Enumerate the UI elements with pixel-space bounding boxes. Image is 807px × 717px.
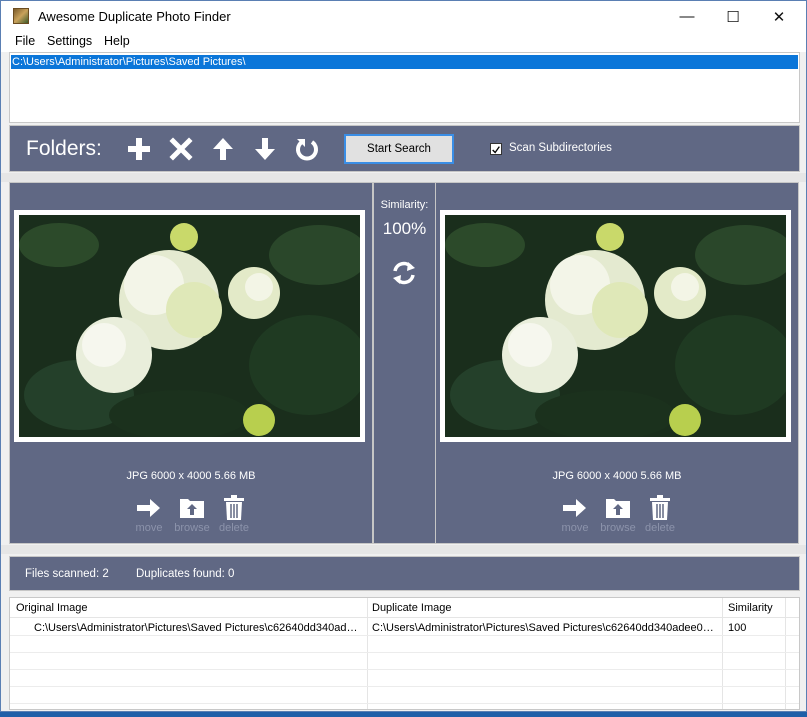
menu-settings[interactable]: Settings [47, 34, 92, 48]
title-bar: Awesome Duplicate Photo Finder — ☐ ✕ [1, 1, 806, 32]
table-row-empty [10, 670, 799, 687]
folders-label: Folders: [26, 137, 102, 160]
column-duplicate-image[interactable]: Duplicate Image [372, 602, 452, 614]
menu-help[interactable]: Help [104, 34, 130, 48]
similarity-value: 100% [382, 219, 427, 238]
results-table[interactable]: Original Image Duplicate Image Similarit… [9, 597, 800, 710]
arrow-right-icon [137, 499, 160, 517]
browse-label: browse [174, 522, 210, 534]
delete-label: delete [219, 522, 249, 534]
splitter-top[interactable] [1, 173, 806, 182]
scan-subdirectories-checkbox[interactable] [490, 143, 502, 155]
hydrangea-photo [19, 215, 360, 437]
table-header: Original Image Duplicate Image Similarit… [10, 598, 799, 618]
move-button[interactable]: move [129, 495, 169, 534]
minimize-button[interactable]: — [664, 1, 710, 32]
move-up-icon[interactable] [210, 136, 236, 162]
folder-list[interactable]: C:\Users\Administrator\Pictures\Saved Pi… [9, 52, 800, 123]
column-similarity[interactable]: Similarity [728, 602, 773, 614]
duplicate-path-cell: C:\Users\Administrator\Pictures\Saved Pi… [372, 622, 717, 634]
hydrangea-photo [445, 215, 786, 437]
app-icon [13, 8, 29, 24]
browse-button[interactable]: browse [172, 495, 212, 534]
move-label: move [135, 522, 163, 534]
duplicate-image[interactable] [445, 215, 786, 437]
similarity-panel: Similarity: 100% [373, 182, 436, 544]
files-scanned-count: Files scanned: 2 [25, 568, 109, 580]
reset-icon[interactable] [294, 136, 320, 162]
arrow-right-icon [563, 499, 586, 517]
duplicate-image-frame [440, 210, 791, 442]
original-image-panel: JPG 6000 x 4000 5.66 MB move browse dele… [9, 182, 373, 544]
window-title: Awesome Duplicate Photo Finder [38, 9, 231, 24]
move-button[interactable]: move [555, 495, 595, 534]
app-window: Awesome Duplicate Photo Finder — ☐ ✕ Fil… [0, 0, 807, 712]
folders-toolbar: Folders: Start Search Scan Subdirectorie… [9, 125, 800, 172]
maximize-button[interactable]: ☐ [710, 1, 756, 32]
trash-icon [650, 495, 670, 520]
add-icon[interactable] [126, 136, 152, 162]
duplicate-image-panel: JPG 6000 x 4000 5.66 MB move browse dele… [435, 182, 799, 544]
similarity-label: Similarity: [380, 199, 429, 211]
move-down-icon[interactable] [252, 136, 278, 162]
browse-label: browse [600, 522, 636, 534]
close-button[interactable]: ✕ [756, 1, 802, 32]
trash-icon [224, 495, 244, 520]
similarity-cell: 100 [728, 622, 747, 634]
original-image[interactable] [19, 215, 360, 437]
column-original-image[interactable]: Original Image [16, 602, 88, 614]
browse-button[interactable]: browse [598, 495, 638, 534]
duplicates-found-count: Duplicates found: 0 [136, 568, 235, 580]
menu-bar: File Settings Help [1, 32, 806, 52]
remove-icon[interactable] [168, 136, 194, 162]
duplicate-image-info: JPG 6000 x 4000 5.66 MB [552, 470, 682, 482]
status-bar: Files scanned: 2 Duplicates found: 0 [9, 556, 800, 591]
table-row-empty [10, 636, 799, 653]
checkmark-icon [492, 146, 500, 154]
table-row-empty [10, 653, 799, 670]
delete-button[interactable]: delete [214, 495, 254, 534]
menu-file[interactable]: File [15, 34, 35, 48]
original-path-cell: C:\Users\Administrator\Pictures\Saved Pi… [34, 622, 362, 634]
move-label: move [561, 522, 589, 534]
splitter-bottom[interactable] [1, 545, 806, 554]
folder-up-icon [606, 499, 630, 518]
table-row[interactable]: C:\Users\Administrator\Pictures\Saved Pi… [10, 619, 799, 636]
delete-label: delete [645, 522, 675, 534]
folder-up-icon [180, 499, 204, 518]
original-image-frame [14, 210, 365, 442]
swap-icon[interactable] [391, 260, 417, 286]
delete-button[interactable]: delete [640, 495, 680, 534]
start-search-button[interactable]: Start Search [344, 134, 454, 164]
scan-subdirectories-label: Scan Subdirectories [509, 142, 612, 154]
table-row-empty [10, 687, 799, 704]
folder-list-item[interactable]: C:\Users\Administrator\Pictures\Saved Pi… [11, 55, 798, 69]
original-image-info: JPG 6000 x 4000 5.66 MB [126, 470, 256, 482]
